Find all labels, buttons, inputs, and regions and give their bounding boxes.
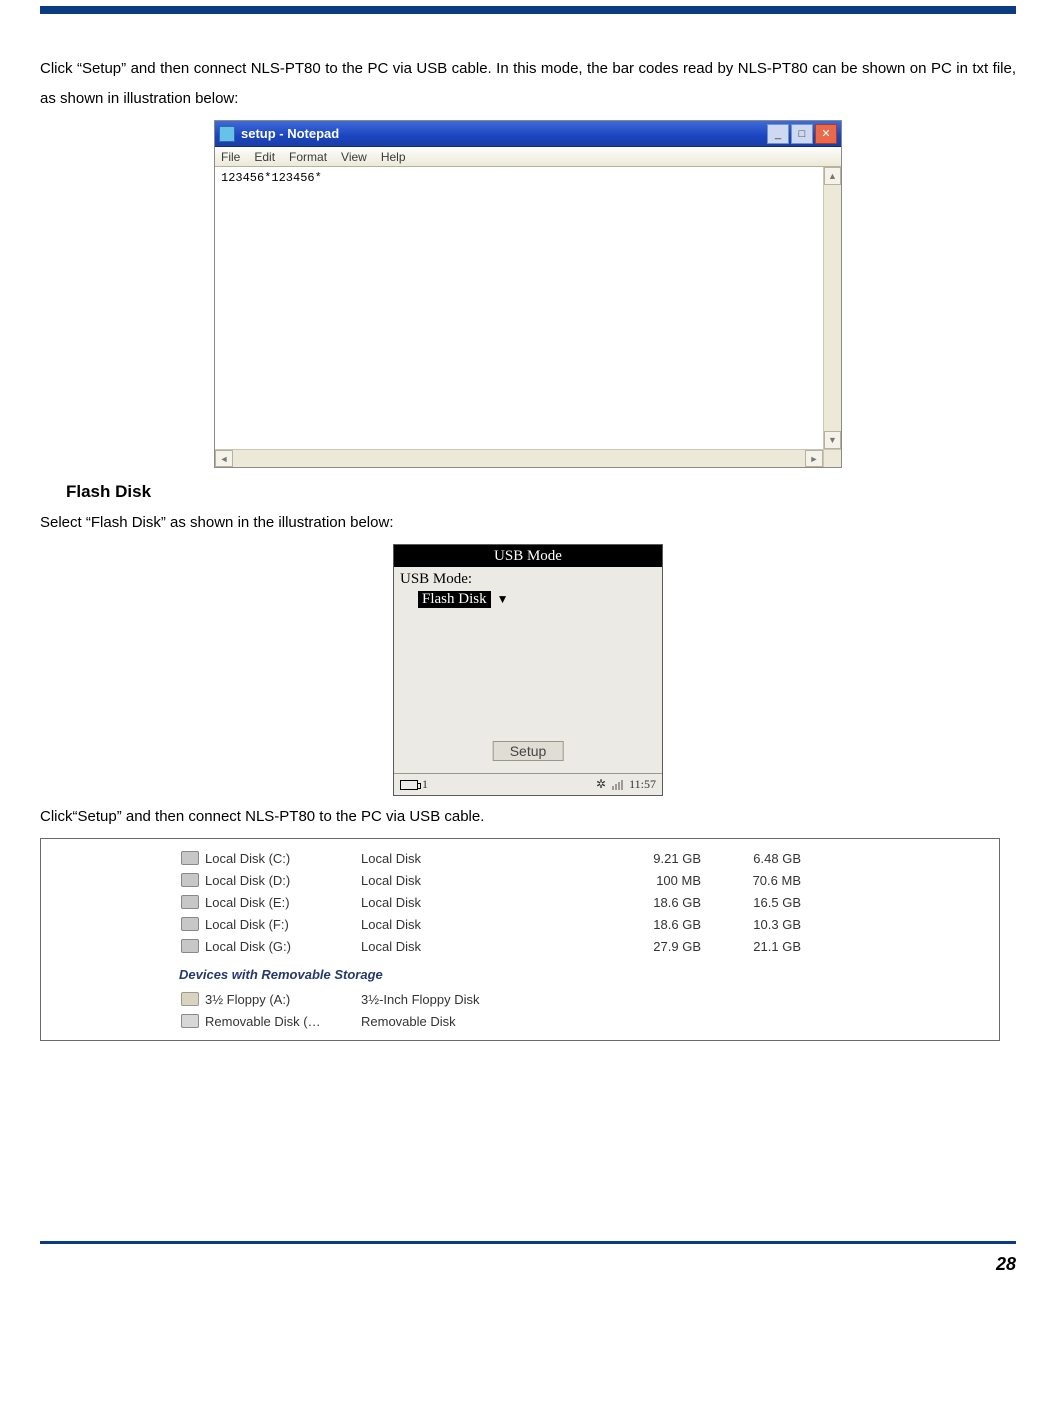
notepad-icon — [219, 126, 235, 142]
bluetooth-icon: ✲ — [596, 777, 606, 792]
drive-type: 3½-Inch Floppy Disk — [361, 992, 601, 1007]
signal-icon — [612, 780, 623, 790]
drive-size: 18.6 GB — [601, 895, 701, 910]
table-row[interactable]: Local Disk (E:) Local Disk 18.6 GB 16.5 … — [181, 891, 999, 913]
menu-format[interactable]: Format — [289, 150, 327, 164]
notepad-title: setup - Notepad — [241, 126, 767, 141]
scroll-left-icon[interactable]: ◄ — [215, 450, 233, 467]
notepad-text[interactable]: 123456*123456* — [215, 167, 841, 189]
usbmode-statusbar: 1 ✲ 11:57 — [394, 773, 662, 795]
battery-index: 1 — [422, 777, 428, 792]
resize-grip-icon[interactable] — [823, 450, 841, 467]
drive-type: Local Disk — [361, 917, 601, 932]
drive-free: 16.5 GB — [701, 895, 801, 910]
usbmode-body: USB Mode: Flash Disk ▼ Setup 1 ✲ 11:57 — [394, 567, 662, 795]
scroll-down-icon[interactable]: ▼ — [824, 431, 841, 449]
drive-icon — [181, 873, 199, 887]
drive-size: 100 MB — [601, 873, 701, 888]
usbmode-value: Flash Disk — [418, 591, 491, 608]
drive-size: 18.6 GB — [601, 917, 701, 932]
drive-icon — [181, 939, 199, 953]
window-buttons: _ □ ✕ — [767, 124, 837, 144]
notepad-menubar: File Edit Format View Help — [215, 147, 841, 167]
scroll-track-v[interactable] — [824, 185, 841, 431]
floppy-icon — [181, 992, 199, 1006]
scroll-track-h[interactable] — [233, 450, 805, 467]
drive-type: Local Disk — [361, 939, 601, 954]
paragraph-flash-intro: Select “Flash Disk” as shown in the illu… — [40, 508, 1016, 538]
explorer-window: Local Disk (C:) Local Disk 9.21 GB 6.48 … — [40, 838, 1000, 1041]
scrollbar-horizontal[interactable]: ◄ ► — [215, 449, 841, 467]
battery-icon — [400, 780, 418, 790]
notepad-titlebar: setup - Notepad _ □ ✕ — [215, 121, 841, 147]
menu-file[interactable]: File — [221, 150, 240, 164]
scrollbar-vertical[interactable]: ▲ ▼ — [823, 167, 841, 449]
table-row[interactable]: Local Disk (G:) Local Disk 27.9 GB 21.1 … — [181, 935, 999, 957]
drive-name: Removable Disk (… — [205, 1014, 361, 1029]
table-row[interactable]: 3½ Floppy (A:) 3½-Inch Floppy Disk — [181, 988, 999, 1010]
drive-name: Local Disk (D:) — [205, 873, 361, 888]
close-button[interactable]: ✕ — [815, 124, 837, 144]
minimize-button[interactable]: _ — [767, 124, 789, 144]
table-row[interactable]: Removable Disk (… Removable Disk — [181, 1010, 999, 1032]
removable-heading: Devices with Removable Storage — [179, 967, 999, 982]
drive-name: 3½ Floppy (A:) — [205, 992, 361, 1007]
table-row[interactable]: Local Disk (C:) Local Disk 9.21 GB 6.48 … — [181, 847, 999, 869]
status-right: ✲ 11:57 — [596, 777, 656, 792]
drive-name: Local Disk (E:) — [205, 895, 361, 910]
notepad-window: setup - Notepad _ □ ✕ File Edit Format V… — [214, 120, 842, 468]
drive-free: 10.3 GB — [701, 917, 801, 932]
drive-name: Local Disk (C:) — [205, 851, 361, 866]
drive-name: Local Disk (F:) — [205, 917, 361, 932]
menu-view[interactable]: View — [341, 150, 367, 164]
paragraph-after-usb: Click“Setup” and then connect NLS-PT80 t… — [40, 802, 1016, 832]
maximize-button[interactable]: □ — [791, 124, 813, 144]
scroll-right-icon[interactable]: ► — [805, 450, 823, 467]
drive-type: Local Disk — [361, 851, 601, 866]
drive-free: 6.48 GB — [701, 851, 801, 866]
drive-icon — [181, 851, 199, 865]
clock: 11:57 — [629, 777, 656, 792]
page-number: 28 — [40, 1254, 1016, 1289]
removable-icon — [181, 1014, 199, 1028]
drive-size: 27.9 GB — [601, 939, 701, 954]
notepad-body: 123456*123456* ▲ ▼ ◄ ► — [215, 167, 841, 467]
dropdown-icon[interactable]: ▼ — [495, 590, 511, 608]
battery-indicator: 1 — [400, 777, 428, 792]
menu-help[interactable]: Help — [381, 150, 406, 164]
section-flash-disk: Flash Disk — [66, 482, 1016, 502]
top-rule — [40, 6, 1016, 14]
usbmode-window: USB Mode USB Mode: Flash Disk ▼ Setup 1 … — [393, 544, 663, 796]
table-row[interactable]: Local Disk (D:) Local Disk 100 MB 70.6 M… — [181, 869, 999, 891]
drive-icon — [181, 895, 199, 909]
bottom-rule — [40, 1241, 1016, 1244]
usbmode-select[interactable]: Flash Disk ▼ — [418, 590, 511, 608]
setup-button[interactable]: Setup — [493, 741, 564, 761]
drive-name: Local Disk (G:) — [205, 939, 361, 954]
drive-size: 9.21 GB — [601, 851, 701, 866]
drive-type: Removable Disk — [361, 1014, 601, 1029]
drive-type: Local Disk — [361, 873, 601, 888]
drive-type: Local Disk — [361, 895, 601, 910]
drive-free: 21.1 GB — [701, 939, 801, 954]
usbmode-label: USB Mode: — [400, 571, 656, 588]
paragraph-intro: Click “Setup” and then connect NLS-PT80 … — [40, 54, 1016, 114]
drive-free: 70.6 MB — [701, 873, 801, 888]
scroll-up-icon[interactable]: ▲ — [824, 167, 841, 185]
drive-icon — [181, 917, 199, 931]
menu-edit[interactable]: Edit — [254, 150, 275, 164]
table-row[interactable]: Local Disk (F:) Local Disk 18.6 GB 10.3 … — [181, 913, 999, 935]
usbmode-title: USB Mode — [394, 545, 662, 567]
